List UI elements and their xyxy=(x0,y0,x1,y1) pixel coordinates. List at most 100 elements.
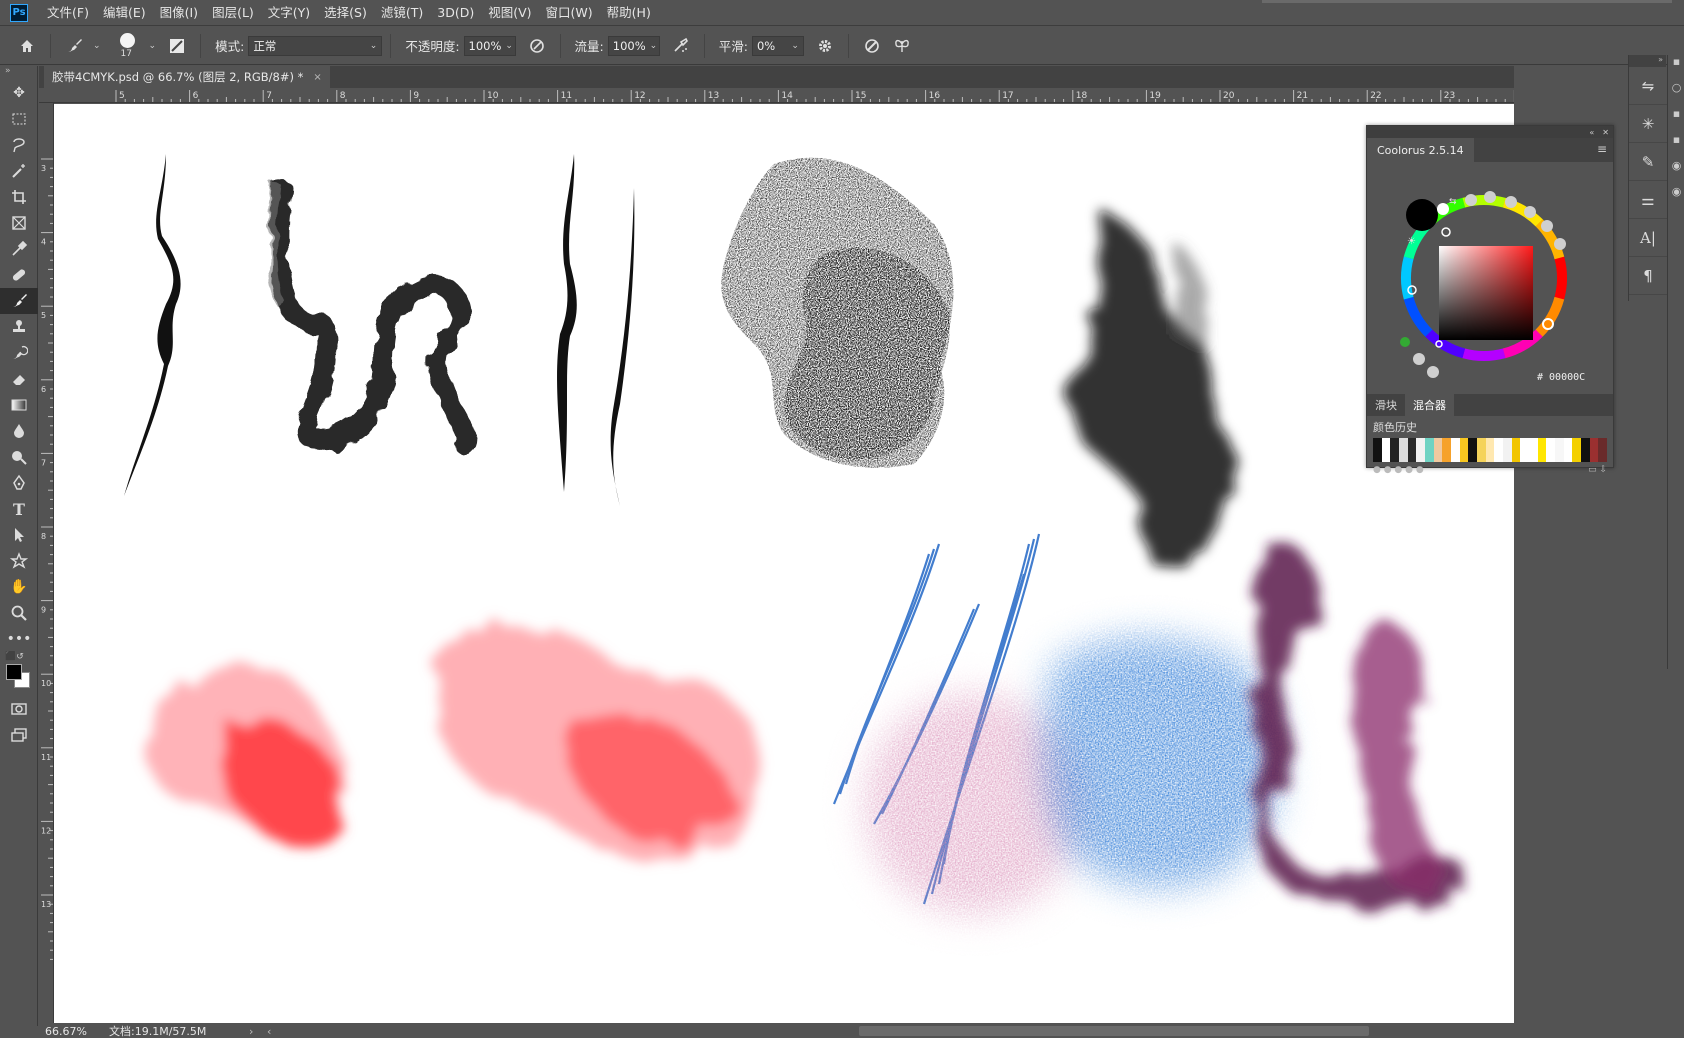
home-icon[interactable] xyxy=(16,35,38,57)
quick-mask-icon[interactable] xyxy=(0,696,38,722)
chevron-down-icon[interactable]: ⌄ xyxy=(650,41,658,51)
menu-help[interactable]: 帮助(H) xyxy=(600,0,658,26)
character-panel-icon[interactable]: A| xyxy=(1629,219,1667,257)
menu-file[interactable]: 文件(F) xyxy=(40,0,96,26)
color-wheel-panel-icon[interactable]: ✳ xyxy=(1629,105,1667,143)
history-panel-icon[interactable]: ⇋ xyxy=(1629,67,1667,105)
history-swatch[interactable] xyxy=(1537,438,1547,462)
collapse-icon[interactable]: « xyxy=(1589,128,1594,137)
opacity-input[interactable]: 100% ⌄ xyxy=(463,35,516,56)
brush-tool-icon[interactable] xyxy=(0,288,38,314)
history-swatch[interactable] xyxy=(1468,438,1478,462)
menu-3d[interactable]: 3D(D) xyxy=(430,0,481,26)
history-swatch[interactable] xyxy=(1451,438,1460,462)
history-swatch[interactable] xyxy=(1407,438,1417,462)
rgb-mode-icon[interactable] xyxy=(1400,337,1410,347)
history-swatch[interactable] xyxy=(1572,438,1582,462)
history-swatch[interactable] xyxy=(1390,438,1400,462)
chevron-down-icon[interactable]: ⌄ xyxy=(791,41,799,51)
document-tab[interactable]: 胶带4CMYK.psd @ 66.7% (图层 2, RGB/8#) * × xyxy=(44,66,330,88)
magic-wand-tool-icon[interactable] xyxy=(0,158,38,184)
tab-slider[interactable]: 滑块 xyxy=(1367,394,1405,416)
brush-settings-icon[interactable]: ✎ xyxy=(1629,143,1667,181)
history-swatch[interactable] xyxy=(1598,438,1608,462)
history-swatch[interactable] xyxy=(1589,438,1599,462)
history-swatch[interactable] xyxy=(1416,438,1426,462)
chevron-down-icon[interactable]: ⌄ xyxy=(93,41,101,51)
history-swatch[interactable] xyxy=(1425,438,1434,462)
crop-tool-icon[interactable] xyxy=(0,184,38,210)
pen-tool-icon[interactable] xyxy=(0,470,38,496)
mode-toggle-icon[interactable] xyxy=(1413,353,1425,365)
history-swatch[interactable] xyxy=(1503,438,1512,462)
sun-icon[interactable]: ☀ xyxy=(1407,236,1416,247)
history-swatch[interactable] xyxy=(1442,438,1452,462)
swap-icon[interactable]: ⇆ xyxy=(1449,197,1457,207)
symmetry-butterfly-icon[interactable] xyxy=(891,35,913,57)
blur-tool-icon[interactable] xyxy=(0,418,38,444)
screen-mode-icon[interactable] xyxy=(0,722,38,748)
marquee-tool-icon[interactable] xyxy=(0,106,38,132)
zoom-tool-icon[interactable] xyxy=(0,600,38,626)
history-swatch[interactable] xyxy=(1485,438,1495,462)
chevron-left-icon[interactable]: ‹ xyxy=(267,1025,285,1038)
flow-input[interactable]: 100% ⌄ xyxy=(607,35,660,56)
page-dots-icon[interactable]: ● ● ● ● ● xyxy=(1373,465,1424,475)
chevron-right-icon[interactable]: › xyxy=(249,1025,267,1038)
chevron-down-icon[interactable]: ⌄ xyxy=(505,41,513,51)
gradient-tool-icon[interactable] xyxy=(0,392,38,418)
panel-edge-mark[interactable]: ▪ xyxy=(1668,55,1684,81)
ring-handle[interactable] xyxy=(1441,227,1451,237)
dock-collapse-icon[interactable]: » xyxy=(1629,55,1666,67)
collapse-icon[interactable]: » xyxy=(0,66,37,80)
tab-coolorus[interactable]: Coolorus 2.5.14 xyxy=(1367,138,1474,162)
saturation-value-square[interactable] xyxy=(1439,246,1533,340)
gear-icon[interactable] xyxy=(814,35,836,57)
pressure-opacity-icon[interactable] xyxy=(526,35,548,57)
document-canvas[interactable] xyxy=(54,104,1514,1023)
menu-select[interactable]: 选择(S) xyxy=(317,0,374,26)
history-swatch[interactable] xyxy=(1581,438,1590,462)
menu-filter[interactable]: 滤镜(T) xyxy=(374,0,430,26)
current-color-swatch[interactable] xyxy=(1406,199,1438,231)
history-brush-tool-icon[interactable] xyxy=(0,340,38,366)
history-swatch[interactable] xyxy=(1563,438,1573,462)
history-swatch[interactable] xyxy=(1433,438,1443,462)
hand-tool-icon[interactable]: ✋ xyxy=(0,574,38,600)
default-colors-icon[interactable]: ⬛↺ xyxy=(5,652,24,662)
healing-brush-tool-icon[interactable] xyxy=(0,262,38,288)
adjustments-icon[interactable]: ⚌ xyxy=(1629,181,1667,219)
folder-icon[interactable]: ▭ ⇩ xyxy=(1588,465,1607,475)
history-swatch[interactable] xyxy=(1520,438,1530,462)
frame-tool-icon[interactable] xyxy=(0,210,38,236)
clone-stamp-tool-icon[interactable] xyxy=(0,314,38,340)
history-swatch[interactable] xyxy=(1459,438,1469,462)
path-selection-tool-icon[interactable] xyxy=(0,522,38,548)
more-tools-icon[interactable]: ••• xyxy=(0,626,38,652)
tab-mixer[interactable]: 混合器 xyxy=(1405,394,1454,416)
menu-icon[interactable]: ≡ xyxy=(1597,142,1607,156)
menu-window[interactable]: 窗口(W) xyxy=(539,0,600,26)
history-swatch[interactable] xyxy=(1555,438,1564,462)
history-swatch[interactable] xyxy=(1477,438,1486,462)
history-swatch[interactable] xyxy=(1511,438,1521,462)
eye-icon[interactable]: ◉ xyxy=(1668,159,1684,185)
brush-settings-panel-icon[interactable] xyxy=(166,35,188,57)
horizontal-scrollbar[interactable] xyxy=(859,1026,1369,1036)
zoom-level[interactable]: 66.67% xyxy=(39,1025,109,1038)
smoothing-input[interactable]: 0% ⌄ xyxy=(751,35,804,56)
lasso-tool-icon[interactable] xyxy=(0,132,38,158)
history-swatch[interactable] xyxy=(1529,438,1538,462)
history-swatch[interactable] xyxy=(1546,438,1556,462)
eye-icon[interactable]: ◉ xyxy=(1668,185,1684,211)
paragraph-panel-icon[interactable]: ¶ xyxy=(1629,257,1667,295)
type-tool-icon[interactable]: T xyxy=(0,496,38,522)
menu-view[interactable]: 视图(V) xyxy=(481,0,538,26)
menu-layer[interactable]: 图层(L) xyxy=(205,0,261,26)
history-swatch[interactable] xyxy=(1373,438,1382,462)
chevron-down-icon[interactable]: ⌄ xyxy=(149,41,157,51)
menu-image[interactable]: 图像(I) xyxy=(153,0,205,26)
brush-size-picker[interactable]: 17 xyxy=(115,31,141,61)
hex-value[interactable]: # 00000C xyxy=(1537,372,1585,383)
menu-type[interactable]: 文字(Y) xyxy=(261,0,317,26)
